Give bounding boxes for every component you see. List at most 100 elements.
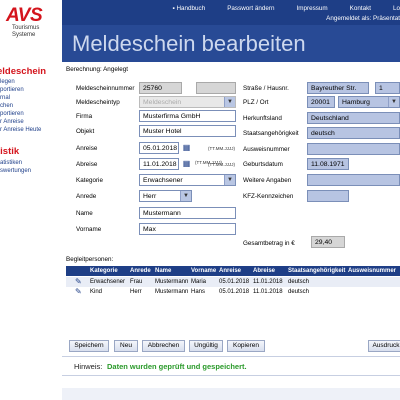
table-row[interactable]: ✎ Kind Herr Mustermann Hans 05.01.2018 1…	[66, 287, 400, 297]
geburtsdatum-field[interactable]: 11.08.1971	[307, 158, 349, 170]
link-passwort-aendern[interactable]: Passwort ändern	[227, 5, 274, 12]
col-staatsangehoerigkeit[interactable]: Staatsangehörigkeit	[288, 268, 345, 274]
cell-vorname: Hans	[191, 289, 206, 295]
link-handbuch[interactable]: ▪ Handbuch	[173, 5, 206, 12]
col-abreise[interactable]: Abreise	[253, 268, 275, 274]
sidebar: AVS Tourismus Systeme eldeschein legen p…	[0, 0, 62, 400]
top-links: ▪ Handbuch Passwort ändern Impressum Kon…	[173, 5, 400, 12]
ausweisnummer-field[interactable]	[307, 143, 400, 155]
geburtsdatum-date-hint: (TT.MM.JJJJ)	[195, 160, 222, 165]
table-row[interactable]: ✎ Erwachsener Frau Mustermann Maria 05.0…	[66, 277, 400, 287]
copy-button[interactable]: Kopieren	[227, 340, 265, 352]
anreise-field[interactable]: 05.01.2018	[139, 142, 179, 154]
sidebar-section-meldeschein: eldeschein	[0, 66, 47, 77]
cell-anrede: Frau	[130, 279, 143, 285]
col-ausweisnummer[interactable]: Ausweisnummer	[348, 268, 396, 274]
anrede-value: Herr	[143, 193, 157, 200]
chevron-down-icon: ▼	[224, 175, 235, 185]
strasse-label: Straße / Hausnr.	[243, 85, 289, 92]
new-button[interactable]: Neu	[114, 340, 138, 352]
staatsangehoerigkeit-field[interactable]: deutsch	[307, 127, 400, 139]
abreise-label: Abreise	[76, 161, 98, 168]
anrede-label: Anrede	[76, 193, 97, 200]
cell-anrede: Herr	[130, 289, 142, 295]
col-anrede[interactable]: Anrede	[130, 268, 151, 274]
meldescheinnummer-extra-field	[196, 82, 236, 94]
plz-field[interactable]: 20001	[307, 96, 335, 108]
col-anreise[interactable]: Anreise	[219, 268, 241, 274]
print-button[interactable]: Ausdruck	[368, 340, 400, 352]
name-field[interactable]: Mustermann	[139, 207, 236, 219]
staatsangehoerigkeit-label: Staatsangehörigkeit	[243, 130, 299, 137]
ort-select[interactable]: Hamburg ▼	[338, 96, 400, 108]
cell-abreise: 11.01.2018	[253, 289, 283, 295]
calendar-icon[interactable]: ▦	[182, 143, 191, 153]
chevron-down-icon: ▼	[388, 97, 399, 107]
status-message: Daten wurden geprüft und gespeichert.	[107, 362, 247, 371]
meldescheintyp-value: Meldeschein	[143, 99, 182, 106]
sidebar-item-journal[interactable]: rnal	[0, 95, 10, 102]
meldescheintyp-label: Meldescheintyp	[76, 99, 120, 106]
sidebar-item-vor-anreise-heute[interactable]: r Anreise Heute	[0, 127, 41, 134]
calculation-status: Berechnung: Angelegt	[66, 66, 128, 73]
bottom-band	[62, 388, 400, 400]
sidebar-item-anlegen[interactable]: legen	[0, 79, 15, 86]
sidebar-item-statistiken[interactable]: atistiken	[0, 160, 22, 167]
link-kontakt[interactable]: Kontakt	[350, 5, 371, 12]
edit-icon[interactable]: ✎	[75, 287, 85, 297]
kategorie-label: Kategorie	[76, 177, 103, 184]
hausnr-field[interactable]: 1	[375, 82, 400, 94]
cell-abreise: 11.01.2018	[253, 279, 283, 285]
page-title: Meldeschein bearbeiten	[72, 31, 306, 56]
sidebar-item-vor-anreise[interactable]: r Anreise	[0, 119, 24, 126]
logo-mark: AVS	[6, 5, 43, 26]
cell-name: Mustermann	[155, 289, 189, 295]
link-handbuch-label: Handbuch	[176, 5, 206, 12]
invalid-button[interactable]: Ungültig	[189, 340, 223, 352]
anrede-select[interactable]: Herr ▼	[139, 190, 192, 202]
col-name[interactable]: Name	[155, 268, 171, 274]
firma-field[interactable]: Musterfirma GmbH	[139, 110, 236, 122]
sidebar-item-exportieren[interactable]: portieren	[0, 111, 24, 118]
edit-icon[interactable]: ✎	[75, 277, 85, 287]
cell-vorname: Maria	[191, 279, 207, 285]
avs-logo[interactable]: AVS Tourismus Systeme	[6, 6, 54, 52]
sidebar-item-suchen[interactable]: chen	[0, 103, 13, 110]
kategorie-select[interactable]: Erwachsener ▼	[139, 174, 236, 186]
link-logout[interactable]: Lo	[393, 5, 400, 12]
title-bar: Meldeschein bearbeiten	[62, 25, 400, 62]
firma-label: Firma	[76, 113, 93, 120]
abreise-field[interactable]: 11.01.2018	[139, 158, 179, 170]
col-kategorie[interactable]: Kategorie	[90, 268, 118, 274]
herkunftsland-label: Herkunftsland	[243, 115, 282, 122]
cell-staatsangehoerigkeit: deutsch	[288, 279, 310, 285]
cancel-button[interactable]: Abbrechen	[142, 340, 185, 352]
kfz-kennzeichen-field[interactable]	[307, 190, 349, 202]
weitere-angaben-field[interactable]	[307, 174, 400, 186]
name-label: Name	[76, 210, 93, 217]
cell-staatsangehoerigkeit: deutsch	[288, 289, 310, 295]
meldescheinnummer-field: 25760	[139, 82, 182, 94]
ausweisnummer-label: Ausweisnummer	[243, 146, 290, 153]
calendar-icon[interactable]: ▦	[182, 159, 191, 169]
col-vorname[interactable]: Vorname	[191, 268, 216, 274]
link-impressum[interactable]: Impressum	[296, 5, 327, 12]
sidebar-item-importieren[interactable]: portieren	[0, 87, 24, 94]
logo-sub-line-2: Systeme	[12, 31, 36, 38]
herkunftsland-field[interactable]: Deutschland	[307, 112, 400, 124]
sidebar-item-auswertungen[interactable]: swertungen	[0, 168, 31, 175]
sidebar-section-statistik: tistik	[0, 146, 20, 157]
vorname-label: Vorname	[76, 226, 102, 233]
vorname-field[interactable]: Max	[139, 223, 236, 235]
gesamtbetrag-label: Gesamtbetrag in €	[243, 240, 295, 247]
objekt-field[interactable]: Muster Hotel	[139, 125, 236, 137]
anreise-date-hint: (TT.MM.JJJJ)	[208, 146, 235, 151]
hinweis-label: Hinweis:	[74, 362, 103, 371]
kfz-kennzeichen-label: KFZ-Kennzeichen	[243, 193, 294, 200]
cell-anreise: 05.01.2018	[219, 279, 250, 285]
chevron-down-icon: ▼	[224, 97, 235, 107]
strasse-field[interactable]: Bayreuther Str.	[307, 82, 369, 94]
begleitpersonen-title: Begleitpersonen:	[66, 256, 114, 263]
save-button[interactable]: Speichern	[69, 340, 109, 352]
kategorie-value: Erwachsener	[143, 177, 183, 184]
